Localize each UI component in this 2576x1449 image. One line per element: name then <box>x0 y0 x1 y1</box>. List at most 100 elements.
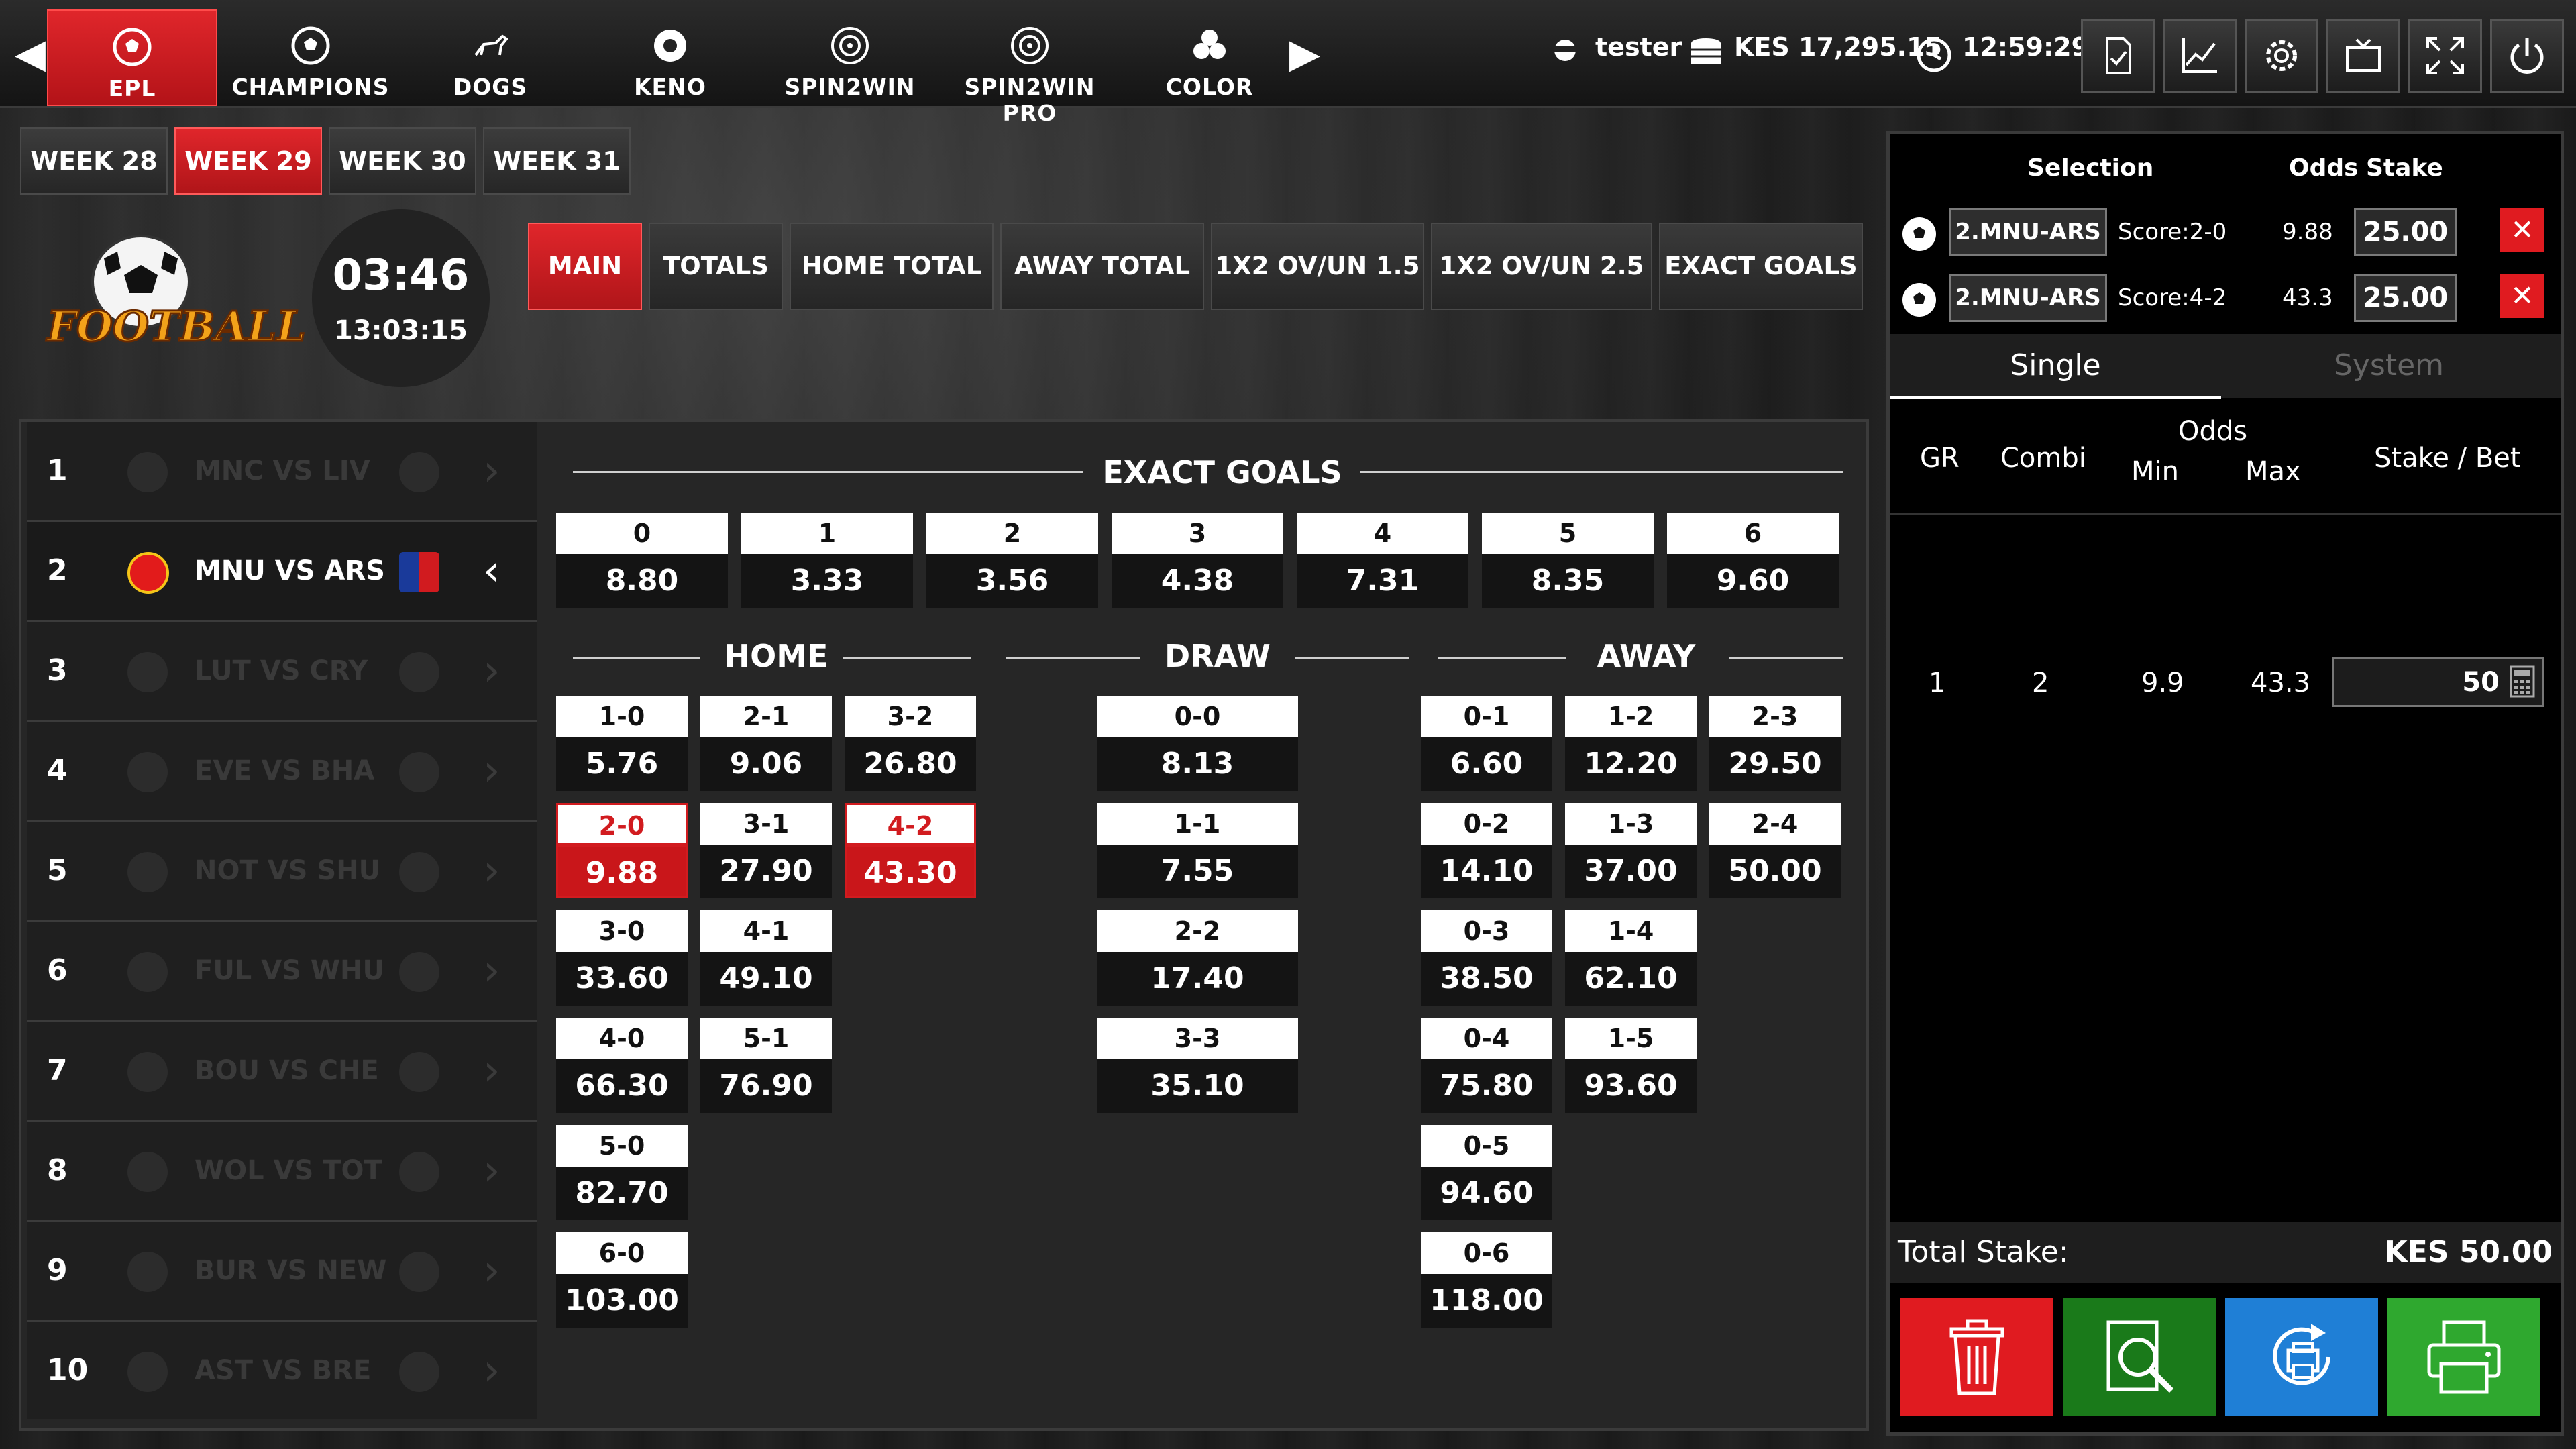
nav-tab-color[interactable]: COLOR <box>1126 9 1293 103</box>
week-tab-31[interactable]: WEEK 31 <box>483 127 631 195</box>
nav-tab-keno[interactable]: KENO <box>586 9 754 103</box>
score-cell[interactable]: 1-1 7.55 <box>1097 803 1298 898</box>
match-row-2[interactable]: 2 MNU VS ARS ‹ <box>27 522 537 622</box>
odds-cell[interactable]: 2 3.56 <box>926 513 1098 608</box>
settings-button[interactable] <box>2245 19 2318 93</box>
nav-tab-dogs[interactable]: DOGS <box>407 9 574 103</box>
score-cell[interactable]: 2-3 29.50 <box>1709 696 1841 791</box>
power-button[interactable] <box>2490 19 2564 93</box>
nav-tab-champions[interactable]: CHAMPIONS <box>227 9 394 103</box>
nav-left-arrow-icon[interactable]: ◀ <box>13 30 47 77</box>
match-row-3[interactable]: 3 LUT VS CRY › <box>27 622 537 722</box>
score-odds: 43.30 <box>845 845 976 898</box>
score-cell[interactable]: 1-2 12.20 <box>1565 696 1697 791</box>
home-crest-icon <box>127 1052 168 1092</box>
score-key: 1-1 <box>1097 803 1298 845</box>
search-ticket-button[interactable] <box>2063 1298 2216 1416</box>
week-tab-28[interactable]: WEEK 28 <box>20 127 168 195</box>
score-odds: 5.76 <box>556 737 688 791</box>
nav-tab-epl[interactable]: EPL <box>47 9 217 106</box>
score-cell[interactable]: 0-4 75.80 <box>1421 1018 1552 1113</box>
score-cell[interactable]: 3-1 27.90 <box>700 803 832 898</box>
tab-system[interactable]: System <box>2221 335 2557 396</box>
tv-button[interactable] <box>2326 19 2400 93</box>
odds-cell[interactable]: 0 8.80 <box>556 513 728 608</box>
week-tab-30[interactable]: WEEK 30 <box>329 127 476 195</box>
score-cell[interactable]: 0-1 6.60 <box>1421 696 1552 791</box>
market-tab-1x2-ou-25[interactable]: 1X2 OV/UN 2.5 <box>1431 223 1652 310</box>
match-row-5[interactable]: 5 NOT VS SHU › <box>27 822 537 922</box>
market-tab-away-total[interactable]: AWAY TOTAL <box>1000 223 1204 310</box>
score-cell[interactable]: 0-6 118.00 <box>1421 1232 1552 1328</box>
soccer-ball-icon <box>1902 217 1936 251</box>
score-cell[interactable]: 2-4 50.00 <box>1709 803 1841 898</box>
divider <box>1438 657 1566 659</box>
score-cell[interactable]: 2-2 17.40 <box>1097 910 1298 1006</box>
score-cell[interactable]: 1-5 93.60 <box>1565 1018 1697 1113</box>
week-tab-29[interactable]: WEEK 29 <box>174 127 322 195</box>
match-row-10[interactable]: 10 AST VS BRE › <box>27 1322 537 1419</box>
match-row-9[interactable]: 9 BUR VS NEW › <box>27 1222 537 1322</box>
nav-tab-spin2win-pro[interactable]: SPIN2WIN PRO <box>946 9 1114 126</box>
ticket-check-button[interactable] <box>2081 19 2155 93</box>
score-cell[interactable]: 3-3 35.10 <box>1097 1018 1298 1113</box>
score-cell[interactable]: 6-0 103.00 <box>556 1232 688 1328</box>
score-cell[interactable]: 5-1 76.90 <box>700 1018 832 1113</box>
match-number: 9 <box>47 1253 68 1287</box>
score-cell[interactable]: 3-2 26.80 <box>845 696 976 791</box>
bet-stake-input[interactable]: 25.00 <box>2354 208 2457 256</box>
score-cell-selected[interactable]: 2-0 9.88 <box>556 803 688 898</box>
calculator-icon[interactable] <box>2509 665 2536 698</box>
nav-right-arrow-icon[interactable]: ▶ <box>1288 30 1322 77</box>
match-row-1[interactable]: 1 MNC VS LIV › <box>27 422 537 522</box>
remove-bet-close-icon[interactable]: ✕ <box>2500 274 2544 318</box>
odds-cell[interactable]: 6 9.60 <box>1667 513 1839 608</box>
divider <box>1295 657 1409 659</box>
nav-tab-label: EPL <box>108 75 156 101</box>
market-tab-exact-goals[interactable]: EXACT GOALS <box>1659 223 1863 310</box>
score-cell[interactable]: 0-5 94.60 <box>1421 1125 1552 1220</box>
match-row-8[interactable]: 8 WOL VS TOT › <box>27 1122 537 1222</box>
match-row-7[interactable]: 7 BOU VS CHE › <box>27 1022 537 1122</box>
tab-single[interactable]: Single <box>1890 335 2221 399</box>
score-cell[interactable]: 0-3 38.50 <box>1421 910 1552 1006</box>
score-cell[interactable]: 4-0 66.30 <box>556 1018 688 1113</box>
odds-cell[interactable]: 1 3.33 <box>741 513 913 608</box>
odds-cell[interactable]: 5 8.35 <box>1482 513 1654 608</box>
score-cell[interactable]: 4-1 49.10 <box>700 910 832 1006</box>
exact-goals-title: EXACT GOALS <box>1102 454 1342 490</box>
score-cell[interactable]: 0-0 8.13 <box>1097 696 1298 791</box>
score-cell[interactable]: 0-2 14.10 <box>1421 803 1552 898</box>
stats-button[interactable] <box>2163 19 2237 93</box>
stats-chart-icon <box>2182 38 2217 73</box>
match-row-6[interactable]: 6 FUL VS WHU › <box>27 922 537 1022</box>
score-cell[interactable]: 2-1 9.06 <box>700 696 832 791</box>
score-cell[interactable]: 1-4 62.10 <box>1565 910 1697 1006</box>
nav-tab-spin2win[interactable]: SPIN2WIN <box>766 9 934 103</box>
reprint-button[interactable] <box>2225 1298 2378 1416</box>
score-odds: 49.10 <box>700 952 832 1006</box>
odds-cell[interactable]: 4 7.31 <box>1297 513 1468 608</box>
market-tab-totals[interactable]: TOTALS <box>649 223 783 310</box>
system-stake-input[interactable]: 50 <box>2332 657 2544 707</box>
market-tab-main[interactable]: MAIN <box>528 223 642 310</box>
print-ticket-button[interactable] <box>2387 1298 2540 1416</box>
score-cell[interactable]: 5-0 82.70 <box>556 1125 688 1220</box>
score-cell-selected[interactable]: 4-2 43.30 <box>845 803 976 898</box>
match-row-4[interactable]: 4 EVE VS BHA › <box>27 722 537 822</box>
market-tab-home-total[interactable]: HOME TOTAL <box>790 223 994 310</box>
away-crest-icon <box>399 1052 439 1092</box>
score-cell[interactable]: 1-0 5.76 <box>556 696 688 791</box>
remove-bet-close-icon[interactable]: ✕ <box>2500 208 2544 252</box>
nav-tab-label: SPIN2WIN PRO <box>964 74 1095 126</box>
score-cell[interactable]: 1-3 37.00 <box>1565 803 1697 898</box>
fullscreen-button[interactable] <box>2408 19 2482 93</box>
bet-stake-input[interactable]: 25.00 <box>2354 274 2457 322</box>
away-crest-icon <box>399 1352 439 1392</box>
market-tab-1x2-ou-15[interactable]: 1X2 OV/UN 1.5 <box>1211 223 1424 310</box>
match-teams: AST VS BRE <box>195 1355 372 1386</box>
clear-bets-button[interactable] <box>1900 1298 2053 1416</box>
score-cell[interactable]: 3-0 33.60 <box>556 910 688 1006</box>
odds-cell[interactable]: 3 4.38 <box>1112 513 1283 608</box>
score-key: 5-0 <box>556 1125 688 1167</box>
